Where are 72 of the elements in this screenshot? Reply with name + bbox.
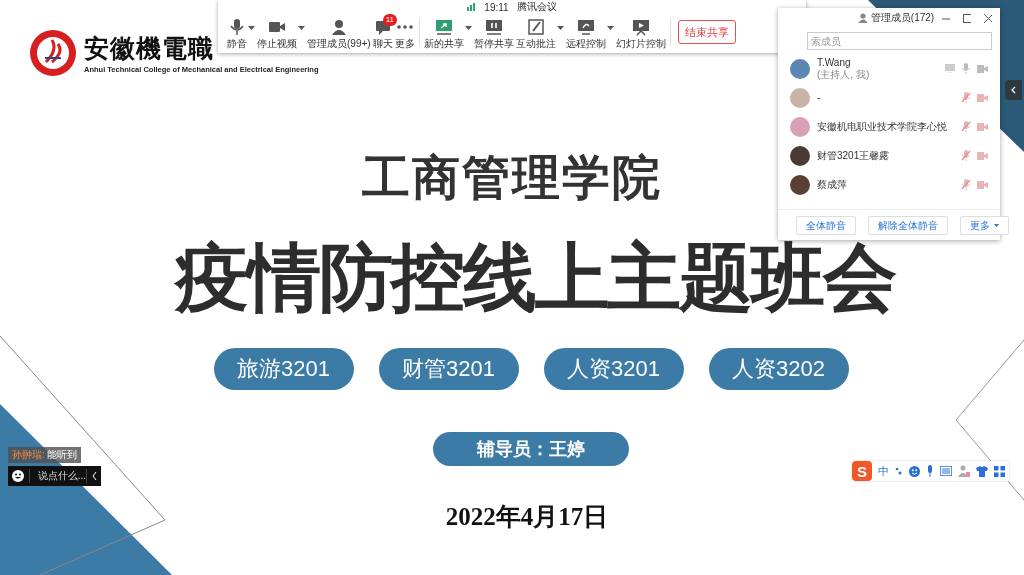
panel-button[interactable]: 全体静音 bbox=[796, 216, 856, 235]
maximize-icon[interactable] bbox=[963, 13, 972, 23]
muted-microphone-icon[interactable] bbox=[961, 92, 971, 103]
pen-icon bbox=[526, 18, 545, 36]
muted-microphone-icon[interactable] bbox=[961, 150, 971, 161]
meeting-time: 19:11 bbox=[484, 1, 509, 13]
remote-control-icon bbox=[576, 18, 595, 36]
member-name: 蔡成萍 bbox=[817, 178, 848, 191]
chat-icon bbox=[373, 18, 392, 36]
class-label: 人资3201 bbox=[543, 348, 684, 390]
person-icon bbox=[858, 13, 867, 23]
member-name: T.Wang bbox=[817, 56, 852, 69]
end-share-button[interactable]: 结束共享 bbox=[677, 20, 736, 44]
slideshow-icon bbox=[631, 18, 650, 36]
member-name: - bbox=[817, 91, 822, 104]
collapse-tab-icon[interactable] bbox=[1005, 80, 1022, 100]
toolbar-button[interactable]: 管理成员(99+) bbox=[306, 14, 372, 50]
avatar bbox=[790, 87, 810, 108]
app-title: 腾讯会议 bbox=[516, 0, 557, 14]
keyboard-icon[interactable] bbox=[940, 466, 952, 476]
muted-microphone-icon[interactable] bbox=[961, 179, 971, 190]
toolbar-button[interactable]: 11 聊天 bbox=[371, 14, 394, 50]
person-icon bbox=[329, 18, 348, 36]
member-name: 安徽机电职业技术学院李心悦 bbox=[817, 120, 948, 133]
slide-title: 疫情防控线上主题班会 bbox=[175, 236, 895, 320]
class-label: 旅游3201 bbox=[213, 348, 354, 390]
user-icon[interactable] bbox=[958, 465, 970, 477]
chevron-left-icon[interactable] bbox=[92, 472, 97, 480]
smiley-icon[interactable] bbox=[12, 470, 24, 482]
college-name: 安徽機電職 bbox=[84, 33, 214, 64]
avatar bbox=[790, 58, 810, 79]
share-screen-icon bbox=[434, 18, 453, 36]
toolbar-button[interactable]: 静音 bbox=[226, 14, 256, 50]
college-logo-icon bbox=[28, 28, 78, 78]
caret-icon[interactable] bbox=[556, 26, 564, 30]
class-label: 财管3201 bbox=[378, 348, 519, 390]
grid-icon[interactable] bbox=[994, 465, 1005, 477]
avatar bbox=[790, 174, 810, 195]
muted-microphone-icon[interactable] bbox=[961, 121, 971, 132]
toolbar-button[interactable]: 幻灯片控制 bbox=[614, 14, 667, 50]
avatar bbox=[790, 145, 810, 166]
input-mode-toggle[interactable]: 中 bbox=[878, 463, 889, 479]
caret-icon[interactable] bbox=[606, 26, 614, 30]
class-label: 人资3202 bbox=[708, 348, 849, 390]
microphone-icon[interactable] bbox=[926, 465, 934, 477]
toolbar-button[interactable]: 停止视频 bbox=[256, 14, 306, 50]
signal-icon bbox=[467, 3, 477, 11]
toolbar-button[interactable]: 远程控制 bbox=[564, 14, 615, 50]
chat-input[interactable]: 说点什么... bbox=[8, 466, 101, 486]
slide-date: 2022年4月17日 bbox=[445, 502, 609, 532]
close-icon[interactable] bbox=[984, 13, 992, 23]
avatar bbox=[790, 116, 810, 137]
punctuation-icon[interactable] bbox=[895, 466, 903, 476]
slide-subtitle: 工商管理学院 bbox=[362, 150, 662, 206]
shirt-icon[interactable] bbox=[976, 465, 988, 477]
toolbar-button[interactable]: 新的共享 bbox=[422, 14, 473, 50]
member-name: 财管3201王馨露 bbox=[817, 149, 891, 162]
panel-button[interactable]: 解除全体静音 bbox=[868, 216, 948, 235]
toolbar-button[interactable]: 暂停共享 bbox=[472, 14, 515, 50]
panel-button[interactable]: 更多 bbox=[960, 216, 1009, 235]
microphone-icon bbox=[228, 18, 246, 36]
caret-icon[interactable] bbox=[464, 26, 472, 30]
caret-icon[interactable] bbox=[248, 26, 255, 30]
unread-badge: 11 bbox=[382, 14, 397, 26]
chat-message: 孙翀瑞: 能听到 bbox=[8, 447, 81, 463]
toolbar-button[interactable]: 互动批注 bbox=[514, 14, 565, 50]
more-icon bbox=[395, 25, 414, 29]
member-role: (主持人, 我) bbox=[817, 68, 871, 81]
caret-icon[interactable] bbox=[298, 26, 305, 30]
panel-title: 管理成员(172) bbox=[870, 11, 935, 25]
counselor-label: 辅导员：王婷 bbox=[433, 432, 629, 466]
pause-icon bbox=[484, 18, 503, 36]
